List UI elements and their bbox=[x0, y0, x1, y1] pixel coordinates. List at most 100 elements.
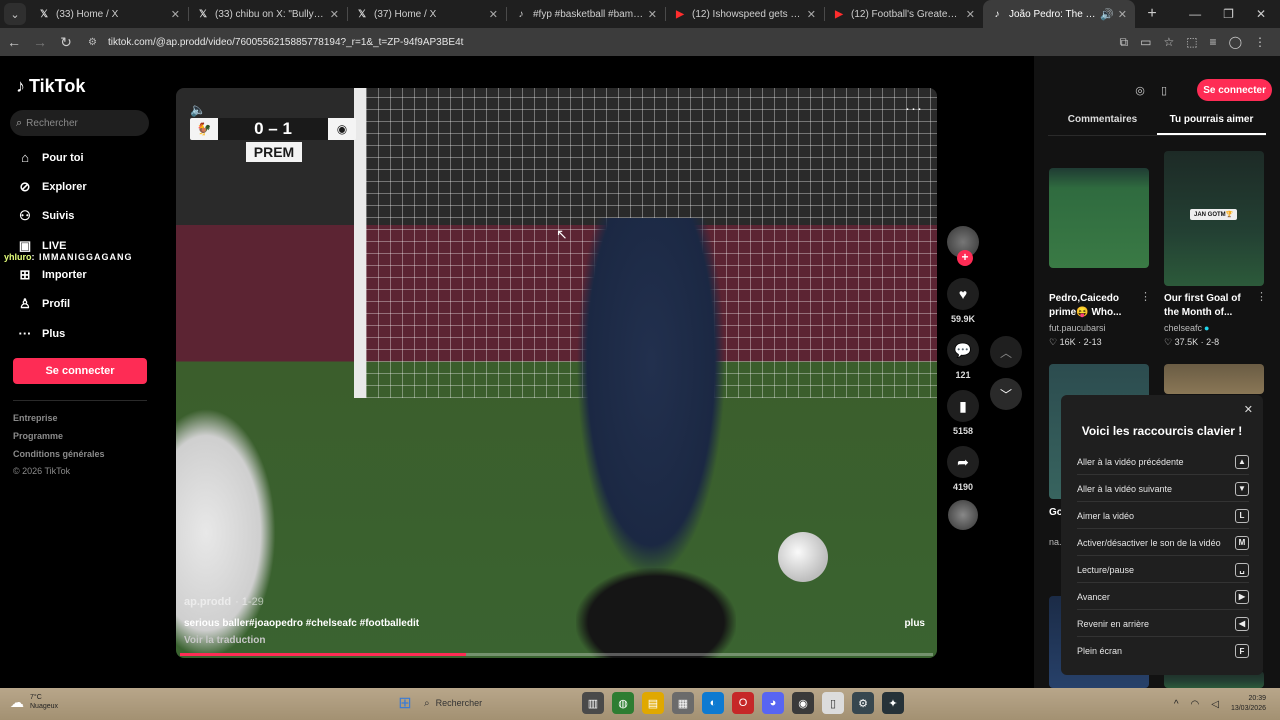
footer-link-entreprise[interactable]: Entreprise bbox=[13, 413, 58, 423]
recommendation-title[interactable]: Pedro,Caicedo prime😝 Who... bbox=[1049, 292, 1139, 320]
next-video-button[interactable]: ﹀ bbox=[990, 378, 1022, 410]
browser-tab[interactable]: ♪ #fyp #basketball #bamadebay ✕ bbox=[507, 0, 665, 28]
video-author[interactable]: ap.prodd · 1-29 bbox=[184, 596, 264, 608]
windows-start-icon[interactable]: ⊞ bbox=[394, 692, 416, 714]
recommendation-title[interactable]: Our first Goal of the Month of... bbox=[1164, 292, 1254, 320]
profile-icon[interactable]: ◯ bbox=[1229, 35, 1242, 50]
new-tab-button[interactable]: + bbox=[1141, 5, 1163, 23]
close-window-icon[interactable]: ✕ bbox=[1256, 7, 1266, 21]
tiktok-logo[interactable]: ♪ TikTok bbox=[16, 76, 85, 97]
nav-item-importer[interactable]: ⊞ Importer bbox=[16, 267, 87, 283]
share-icon[interactable]: ➦ bbox=[947, 446, 979, 478]
opera-icon[interactable]: O bbox=[732, 692, 754, 714]
restore-icon[interactable]: ❐ bbox=[1223, 7, 1234, 21]
app-icon[interactable]: ◉ bbox=[792, 692, 814, 714]
discord-icon[interactable]: ◕ bbox=[762, 692, 784, 714]
recommendation-thumbnail[interactable] bbox=[1049, 168, 1149, 268]
minimize-icon[interactable]: — bbox=[1189, 7, 1201, 21]
comment-button[interactable]: 💬 121 bbox=[943, 334, 983, 380]
menu-icon[interactable]: ⋮ bbox=[1254, 35, 1266, 50]
browser-tab[interactable]: 𝕏 (33) chibu on X: "Bullying The B ✕ bbox=[189, 0, 347, 28]
nav-item-plus[interactable]: ··· Plus bbox=[16, 326, 66, 341]
recommendation-author[interactable]: chelseafc ● bbox=[1164, 323, 1209, 333]
nav-item-explorer[interactable]: ⊘ Explorer bbox=[16, 179, 87, 195]
search-input[interactable]: ⌕ Rechercher bbox=[10, 110, 149, 136]
tab-search-button[interactable]: ⌄ bbox=[4, 3, 26, 25]
footer-link-programme[interactable]: Programme bbox=[13, 431, 63, 441]
follow-plus-icon[interactable]: + bbox=[957, 250, 973, 266]
reload-icon[interactable]: ↻ bbox=[54, 34, 78, 51]
heart-icon[interactable]: ♥ bbox=[947, 278, 979, 310]
chrome-icon[interactable]: ◍ bbox=[612, 692, 634, 714]
volume-icon[interactable]: ◁ bbox=[1211, 699, 1219, 710]
more-options-icon[interactable]: ⋮ bbox=[1256, 290, 1267, 303]
previous-video-button[interactable]: ︿ bbox=[990, 336, 1022, 368]
task-view-icon[interactable]: ▥ bbox=[582, 692, 604, 714]
browser-tab[interactable]: 𝕏 (37) Home / X ✕ bbox=[348, 0, 506, 28]
store-icon[interactable]: ▦ bbox=[672, 692, 694, 714]
author-name[interactable]: chelseafc bbox=[1164, 323, 1202, 333]
close-icon[interactable]: ✕ bbox=[330, 8, 339, 21]
bookmark-icon[interactable]: ▮ bbox=[947, 390, 979, 422]
extensions-icon[interactable]: ⬚ bbox=[1186, 35, 1197, 50]
caption-more-button[interactable]: plus bbox=[904, 618, 925, 629]
music-disc-avatar[interactable] bbox=[948, 500, 978, 530]
comment-icon[interactable]: 💬 bbox=[947, 334, 979, 366]
share-button[interactable]: ➦ 4190 bbox=[943, 446, 983, 492]
tab-recommendations[interactable]: Tu pourrais aimer bbox=[1157, 114, 1266, 135]
address-bar[interactable]: ⚙ tiktok.com/@ap.prodd/video/76005562158… bbox=[88, 31, 1088, 53]
browser-tab[interactable]: ▶ (12) Football's Greatest Ronald ✕ bbox=[825, 0, 983, 28]
site-info-icon[interactable]: ⚙ bbox=[88, 37, 102, 48]
recommendation-thumbnail[interactable]: JAN GOTM🏆 bbox=[1164, 151, 1264, 286]
browser-tab[interactable]: 𝕏 (33) Home / X ✕ bbox=[30, 0, 188, 28]
close-icon[interactable]: ✕ bbox=[489, 8, 498, 21]
device-icon[interactable]: ▯ bbox=[1154, 80, 1174, 100]
game-icon[interactable]: ✦ bbox=[882, 692, 904, 714]
media-control-icon[interactable]: ≡ bbox=[1210, 35, 1217, 50]
translate-icon[interactable]: ⧉ bbox=[1120, 35, 1129, 50]
translate-link[interactable]: Voir la traduction bbox=[184, 635, 266, 646]
notepad-icon[interactable]: ▯ bbox=[822, 692, 844, 714]
taskbar-search[interactable]: ⌕ Rechercher bbox=[424, 692, 574, 714]
close-icon[interactable]: ✕ bbox=[648, 8, 657, 21]
close-icon[interactable]: ✕ bbox=[807, 8, 816, 21]
explore-icon[interactable]: ◎ bbox=[1130, 80, 1150, 100]
video-player[interactable]: 🔈 🐓 0 – 1 ◉ PREM ··· ↖ ap.prodd · 1-29 se… bbox=[176, 88, 937, 658]
header-login-button[interactable]: Se connecter bbox=[1197, 79, 1272, 101]
tab-comments[interactable]: Commentaires bbox=[1048, 114, 1157, 135]
weather-widget[interactable]: ☁ 7°C Nuageux bbox=[10, 693, 58, 711]
file-explorer-icon[interactable]: ▤ bbox=[642, 692, 664, 714]
like-button[interactable]: ♥ 59.9K bbox=[943, 278, 983, 324]
more-options-icon[interactable]: ··· bbox=[905, 100, 923, 117]
save-button[interactable]: ▮ 5158 bbox=[943, 390, 983, 436]
nav-item-profil[interactable]: ♙ Profil bbox=[16, 296, 70, 312]
edge-icon[interactable]: ◐ bbox=[702, 692, 724, 714]
url-text[interactable]: tiktok.com/@ap.prodd/video/7600556215885… bbox=[108, 37, 463, 48]
nav-item-suivis[interactable]: ⚇ Suivis bbox=[16, 208, 74, 224]
login-button[interactable]: Se connecter bbox=[13, 358, 147, 384]
video-progress-bar[interactable] bbox=[180, 653, 933, 656]
recommendation-author[interactable]: fut.paucubarsi bbox=[1049, 323, 1106, 333]
wifi-icon[interactable]: ◠ bbox=[1191, 699, 1200, 710]
more-options-icon[interactable]: ⋮ bbox=[1140, 290, 1151, 303]
settings-icon[interactable]: ⚙ bbox=[852, 692, 874, 714]
creator-avatar[interactable]: + bbox=[947, 226, 979, 266]
forward-icon[interactable]: → bbox=[28, 34, 52, 50]
author-name[interactable]: ap.prodd bbox=[184, 596, 231, 608]
recommendation-thumbnail[interactable] bbox=[1164, 364, 1264, 394]
close-icon[interactable]: ✕ bbox=[1118, 8, 1127, 21]
browser-tab[interactable]: ▶ (12) Ishowspeed gets INSTANT ✕ bbox=[666, 0, 824, 28]
close-icon[interactable]: ✕ bbox=[1244, 403, 1253, 416]
volume-icon[interactable]: 🔈 bbox=[190, 102, 206, 118]
close-icon[interactable]: ✕ bbox=[966, 8, 975, 21]
close-icon[interactable]: ✕ bbox=[171, 8, 180, 21]
chevron-up-icon[interactable]: ^ bbox=[1174, 699, 1179, 710]
bookmark-star-icon[interactable]: ☆ bbox=[1163, 35, 1174, 50]
back-icon[interactable]: ← bbox=[2, 34, 26, 50]
browser-tab-active[interactable]: ♪ João Pedro: The Serious Ba 🔊 ✕ bbox=[983, 0, 1135, 28]
nav-item-pour-toi[interactable]: ⌂ Pour toi bbox=[16, 150, 84, 165]
footer-link-conditions[interactable]: Conditions générales bbox=[13, 449, 105, 459]
cast-icon[interactable]: ▭ bbox=[1140, 35, 1151, 50]
speaker-icon[interactable]: 🔊 bbox=[1100, 8, 1114, 21]
clock[interactable]: 20:39 13/03/2026 bbox=[1231, 694, 1266, 714]
